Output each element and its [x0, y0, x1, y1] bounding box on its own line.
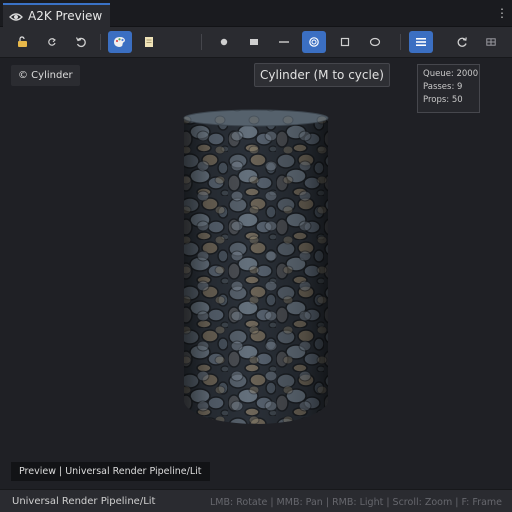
stat-props: Props: 50: [423, 95, 463, 105]
torus-button[interactable]: [363, 31, 387, 53]
sphere-button[interactable]: [212, 31, 236, 53]
status-bar: Universal Render Pipeline/Lit LMB: Rotat…: [0, 489, 512, 512]
unlock-icon: [18, 36, 27, 47]
refresh-icon: [457, 37, 467, 47]
eye-icon: [9, 7, 23, 26]
reset-rotation-button[interactable]: [40, 31, 64, 53]
cylinder-button[interactable]: [302, 31, 326, 53]
material-button[interactable]: [108, 31, 132, 53]
unlock-button[interactable]: [11, 31, 35, 53]
stat-passes: Passes: 9: [423, 82, 463, 92]
more-options-icon[interactable]: ⋮: [496, 6, 508, 22]
quad-button[interactable]: [333, 31, 357, 53]
cube-button[interactable]: [242, 31, 266, 53]
torus-icon: [369, 37, 381, 47]
rotate-ccw-small-icon: [48, 38, 56, 46]
layout-icon: [486, 38, 496, 46]
layout-button[interactable]: [479, 31, 503, 53]
sphere-icon: [220, 38, 228, 46]
stats-panel: Queue: 2000 Passes: 9 Props: 50: [417, 64, 480, 113]
stat-queue: Queue: 2000: [423, 69, 479, 79]
tab-a2k-preview[interactable]: A2K Preview: [3, 3, 110, 27]
toolbar-separator: [100, 34, 101, 50]
undo-button[interactable]: [69, 31, 93, 53]
tab-bar: A2K Preview ⋮: [0, 0, 512, 27]
cylinder-icon: [309, 37, 319, 47]
toolbar-separator: [201, 34, 202, 50]
shape-label: © Cylinder: [11, 65, 80, 86]
note-icon: [145, 37, 153, 47]
list-view-button[interactable]: [409, 31, 433, 53]
tab-title: A2K Preview: [28, 9, 103, 23]
cube-icon: [250, 39, 258, 45]
plane-icon: [279, 41, 289, 43]
shape-tooltip: Cylinder (M to cycle): [254, 63, 390, 87]
shader-name: Universal Render Pipeline/Lit: [12, 496, 156, 507]
undo-icon: [75, 37, 86, 48]
cylinder-preview-mesh: [183, 109, 329, 424]
toolbar-separator: [400, 34, 401, 50]
list-icon: [416, 38, 426, 46]
refresh-button[interactable]: [450, 31, 474, 53]
controls-hint: LMB: Rotate | MMB: Pan | RMB: Light | Sc…: [209, 497, 502, 508]
preview-pipeline-label: Preview | Universal Render Pipeline/Lit: [11, 462, 210, 481]
notes-button[interactable]: [137, 31, 161, 53]
plane-button[interactable]: [272, 31, 296, 53]
preview-viewport[interactable]: © Cylinder Cylinder (M to cycle) Queue: …: [0, 58, 512, 489]
quad-icon: [340, 37, 350, 47]
toolbar: [0, 27, 512, 58]
palette-icon: [114, 37, 125, 47]
